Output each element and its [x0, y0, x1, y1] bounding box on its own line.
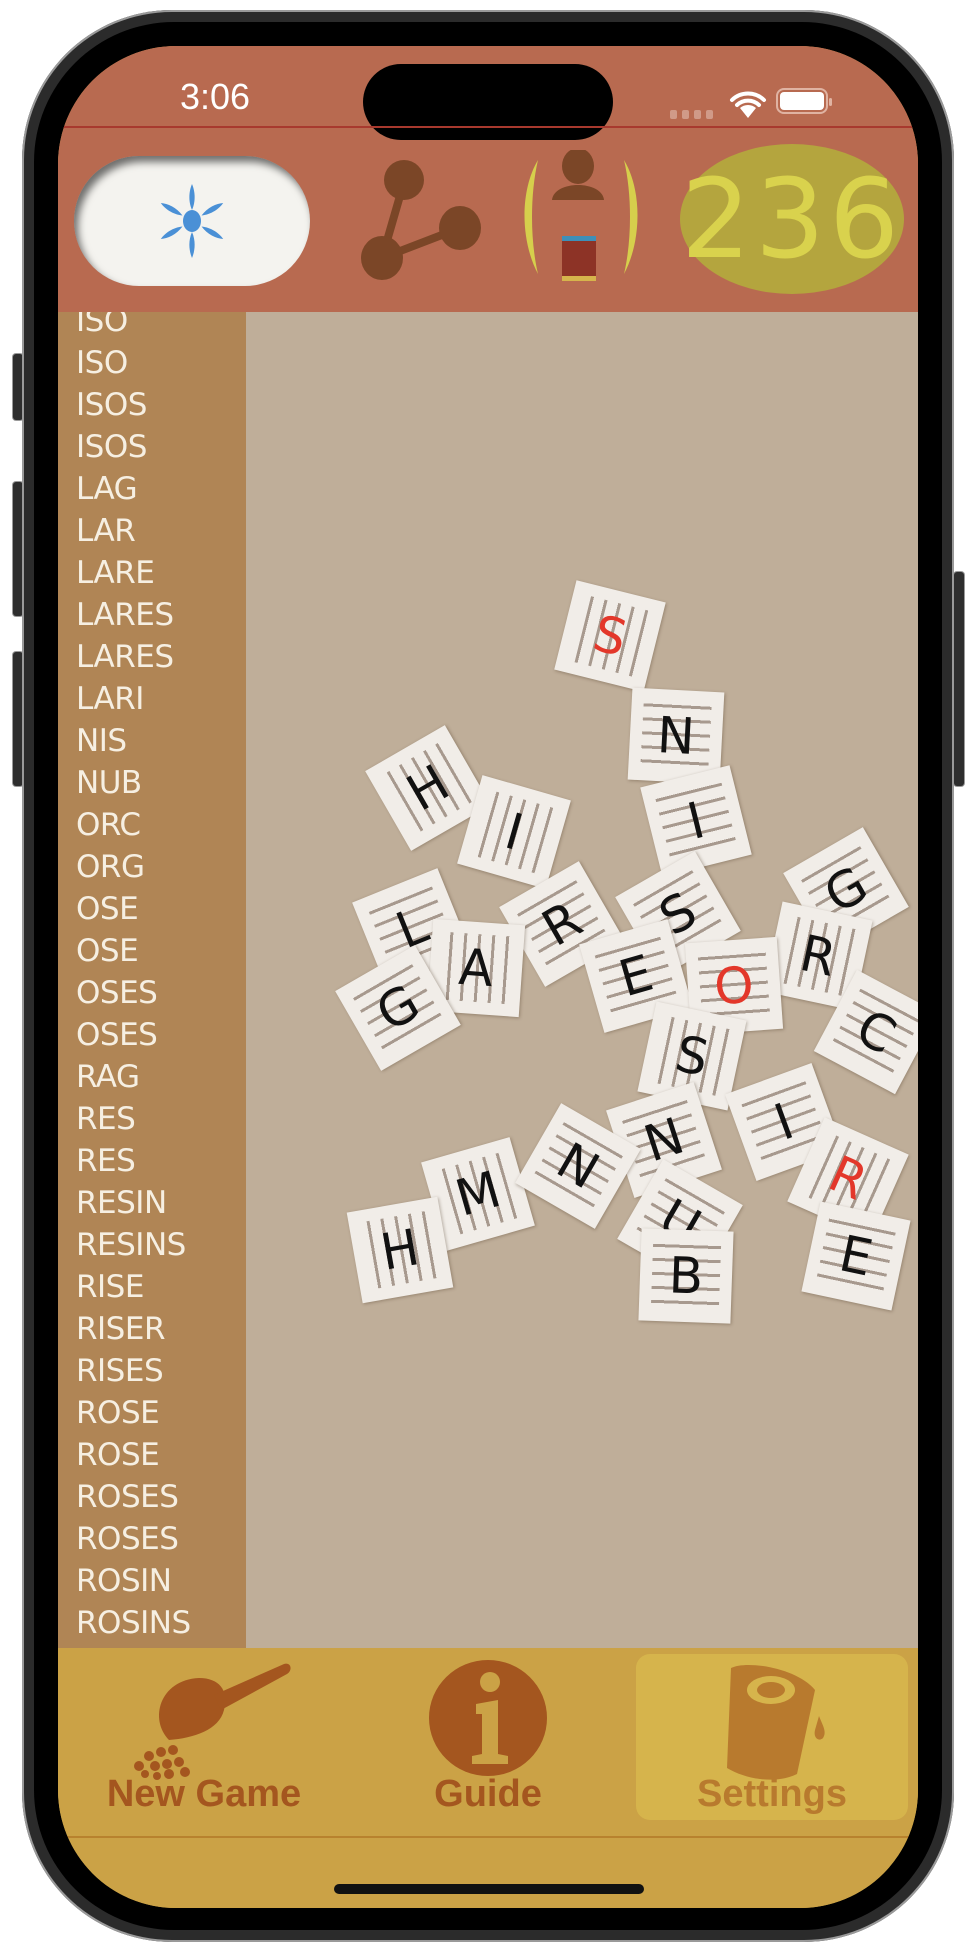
dynamic-island	[363, 64, 613, 140]
share-icon[interactable]	[360, 158, 488, 284]
found-words-list[interactable]: ISO ISO ISOS ISOS LAG LAR LARE LARES LARES LARI NI…	[58, 312, 246, 1648]
found-word: LARES	[76, 639, 174, 675]
found-word: LAR	[76, 513, 136, 549]
found-word: ROSINS	[76, 1605, 191, 1641]
tab-label: New Game	[106, 1773, 302, 1815]
letter-tile[interactable]: B	[638, 1228, 734, 1324]
found-word: RAG	[76, 1059, 140, 1095]
hint-button[interactable]	[74, 156, 310, 286]
tab-label: Settings	[697, 1773, 847, 1815]
found-word: OSES	[76, 975, 158, 1011]
found-word: ROSES	[76, 1521, 179, 1557]
status-time: 3:06	[180, 76, 251, 117]
score-value: 236	[681, 155, 903, 283]
home-indicator[interactable]	[334, 1884, 644, 1894]
cellular-signal-icon	[670, 110, 713, 119]
game-board[interactable]: SNIHIGLRSAEROGCSINMNRUHEB	[246, 312, 918, 1648]
found-word: RISES	[76, 1353, 164, 1389]
found-word: NUB	[76, 765, 142, 801]
tab-label: Guide	[434, 1773, 542, 1815]
sparkle-icon	[160, 184, 224, 258]
tile-letter: S	[587, 604, 633, 668]
info-icon	[429, 1660, 547, 1776]
found-word: ISOS	[76, 387, 147, 423]
found-word: RISE	[76, 1269, 144, 1305]
found-word: ISO	[76, 345, 128, 381]
found-word: ROSE	[76, 1395, 160, 1431]
found-word: RES	[76, 1143, 136, 1179]
tile-letter: E	[834, 1224, 878, 1288]
found-word: ISOS	[76, 429, 147, 465]
found-word: LARES	[76, 597, 174, 633]
found-word: OSES	[76, 1017, 158, 1053]
found-word: ORC	[76, 807, 141, 843]
screen: 3:06 236 ISO ISO ISOS ISOS LAG LAR LARE …	[58, 46, 918, 1908]
tab-guide[interactable]: Guide	[352, 1654, 624, 1820]
status-divider	[58, 126, 918, 128]
found-word: LARI	[76, 681, 144, 717]
letter-tile[interactable]: H	[346, 1196, 454, 1304]
found-word: RISER	[76, 1311, 166, 1347]
player-icon[interactable]	[516, 150, 646, 290]
wifi-icon	[730, 91, 766, 118]
found-word: RESIN	[76, 1185, 167, 1221]
found-word: LARE	[76, 555, 155, 591]
found-word: ROSIN	[76, 1563, 172, 1599]
scoop-icon	[134, 1663, 291, 1780]
tab-divider	[58, 1836, 918, 1838]
tab-bar: New Game Guide Settings	[58, 1648, 918, 1908]
found-word: OSE	[76, 891, 139, 927]
tab-settings[interactable]: Settings	[636, 1654, 908, 1820]
found-word: OSE	[76, 933, 139, 969]
letter-tile[interactable]: E	[801, 1201, 911, 1311]
power-button[interactable]	[954, 572, 964, 786]
tile-letter: H	[376, 1218, 424, 1282]
score-badge: 236	[680, 144, 904, 294]
tab-new-game[interactable]: New Game	[68, 1654, 340, 1820]
header: 3:06 236	[58, 46, 918, 312]
found-word: ORG	[76, 849, 145, 885]
found-word: ROSE	[76, 1437, 160, 1473]
found-word: RESINS	[76, 1227, 186, 1263]
battery-icon	[776, 88, 832, 114]
tile-letter: B	[667, 1246, 705, 1306]
found-word: LAG	[76, 471, 138, 507]
found-word: RES	[76, 1101, 136, 1137]
found-word: ROSES	[76, 1479, 179, 1515]
cup-icon	[727, 1664, 825, 1780]
found-word: NIS	[76, 723, 127, 759]
found-word: ISO	[76, 312, 128, 339]
letter-tile[interactable]: S	[554, 580, 666, 692]
